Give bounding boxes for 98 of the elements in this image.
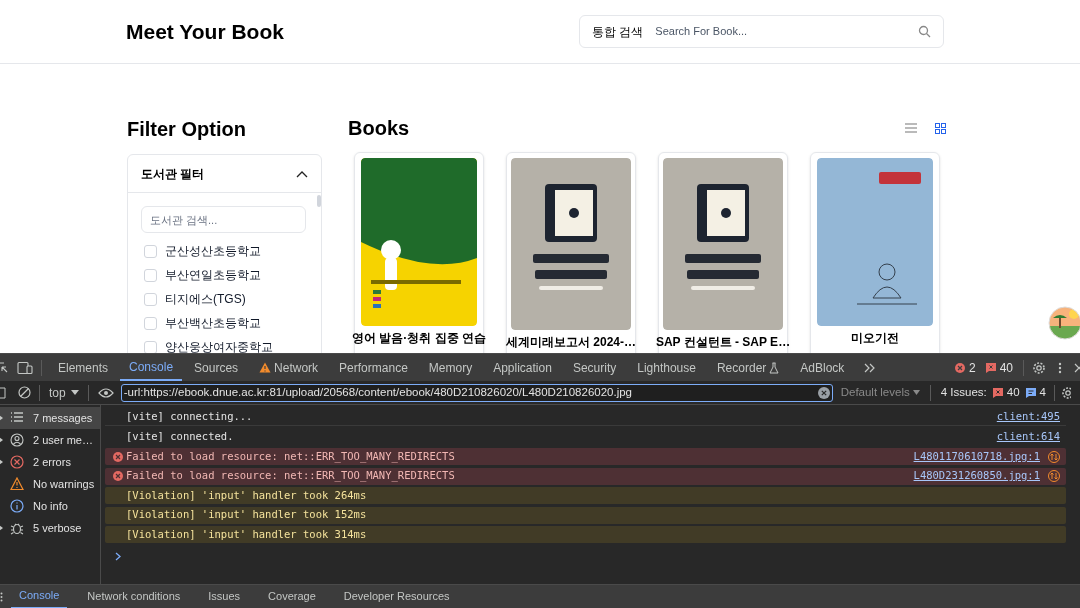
error-icon — [10, 455, 24, 469]
search-icon — [918, 25, 931, 38]
devtools-tab[interactable]: Console — [120, 354, 183, 381]
search-field[interactable]: Search For Book... — [655, 23, 906, 40]
expand-arrow-icon — [0, 525, 3, 531]
panel-title: 도서관 필터 — [141, 165, 205, 183]
user-icon — [10, 433, 24, 447]
devtools-tab[interactable]: AdBlock — [791, 354, 854, 381]
sidebar-toggle-icon[interactable] — [0, 386, 6, 399]
search-bar[interactable]: 통합 검색 Search For Book... — [579, 15, 944, 48]
bug-icon — [10, 521, 24, 535]
devtools-tab[interactable]: Elements — [49, 354, 118, 381]
network-icon[interactable] — [1048, 450, 1060, 463]
scrollbar-thumb — [317, 195, 321, 207]
devtools-tab[interactable]: Security — [563, 354, 626, 381]
message-text: [Violation] 'input' handler took 152ms — [126, 507, 367, 523]
expand-arrow-icon — [0, 459, 3, 465]
book-card[interactable]: 미오기전 — [810, 152, 940, 353]
settings-icon[interactable] — [1032, 360, 1046, 375]
drawer-menu-icon[interactable] — [0, 591, 3, 602]
error-icon — [113, 471, 123, 481]
drawer-tab[interactable]: Console — [11, 584, 68, 608]
source-link[interactable]: client:495 — [996, 409, 1060, 425]
library-label: 티지에스(TGS) — [165, 291, 246, 308]
library-label: 부산연일초등학교 — [165, 267, 261, 284]
checkbox[interactable] — [144, 340, 157, 353]
message-text: Failed to load resource: net::ERR_TOO_MANY_REDIRECTS — [126, 468, 455, 484]
drawer-tab[interactable]: Coverage — [260, 584, 324, 608]
issue-icon — [985, 362, 996, 373]
message-text: Failed to load resource: net::ERR_TOO_MANY_REDIRECTS — [126, 448, 455, 465]
source-link[interactable]: client:614 — [996, 429, 1060, 445]
sidebar-item[interactable]: 7 messages — [0, 407, 100, 429]
inspect-icon[interactable] — [0, 360, 8, 375]
warning-icon — [10, 477, 24, 491]
issue-count: 4 — [1039, 384, 1046, 400]
more-options-icon[interactable] — [1058, 361, 1062, 374]
book-card[interactable]: 세계미래보고서 2024-… — [506, 152, 636, 353]
site-logo: Meet Your Book — [126, 18, 284, 45]
checkbox[interactable] — [144, 316, 157, 330]
info-icon — [10, 499, 24, 513]
issue-count: 40 — [1006, 384, 1020, 400]
caret-icon — [912, 390, 920, 395]
issue-icon — [992, 387, 1003, 398]
checkbox[interactable] — [144, 268, 157, 282]
network-icon[interactable] — [1048, 470, 1060, 482]
library-label: 양산웅상여자중학교 — [165, 339, 273, 353]
devtools-tab[interactable]: Recorder — [707, 354, 789, 381]
drawer-tab[interactable]: Network conditions — [79, 584, 189, 608]
clear-icon[interactable] — [817, 386, 830, 399]
section-heading: Filter Option — [127, 117, 247, 142]
grid-view-icon[interactable] — [935, 122, 946, 134]
expand-arrow-icon — [0, 415, 3, 421]
devtools-tab[interactable]: Lighthouse — [628, 354, 705, 381]
section-heading: Books — [348, 116, 410, 141]
devtools-tab[interactable]: Performance — [330, 354, 417, 381]
devtools-tab[interactable]: Application — [484, 354, 561, 381]
eye-icon[interactable] — [97, 387, 114, 398]
error-icon — [113, 451, 123, 462]
more-tabs-icon[interactable] — [864, 362, 877, 373]
context-dropdown[interactable]: top — [49, 383, 79, 402]
book-title: 세계미래보고서 2024-… — [506, 334, 636, 351]
message-text: [vite] connected. — [126, 429, 234, 445]
book-title: SAP 컨설턴트 - SAP E… — [655, 334, 791, 351]
book-title: 미오기전 — [851, 330, 899, 347]
checkbox[interactable] — [144, 244, 157, 258]
error-count: 2 — [968, 359, 976, 377]
close-icon[interactable] — [1074, 362, 1080, 373]
source-link[interactable]: L4801170610718.jpg:1 — [913, 448, 1040, 465]
source-link[interactable]: L480D231260850.jpg:1 — [913, 468, 1040, 484]
message-text: [vite] connecting... — [126, 409, 253, 425]
search-scope-label: 통합 검색 — [592, 23, 644, 41]
checkbox[interactable] — [144, 292, 157, 306]
settings-icon[interactable] — [1060, 385, 1071, 400]
device-toolbar-icon[interactable] — [17, 360, 33, 375]
message-icon — [1025, 387, 1036, 398]
caret-icon — [70, 390, 79, 395]
drawer-tab[interactable]: Issues — [200, 584, 249, 608]
message-text: [Violation] 'input' handler took 314ms — [126, 526, 367, 542]
devtools-tab[interactable]: Network — [250, 354, 328, 381]
book-card[interactable]: 영어 발음·청취 집중 연습 — [354, 152, 484, 353]
expand-arrow-icon — [0, 437, 3, 443]
library-label: 군산성산초등학교 — [165, 243, 261, 260]
issue-count: 40 — [999, 359, 1013, 377]
list-icon — [10, 411, 24, 425]
library-search-field[interactable]: 도서관 검색... — [141, 206, 306, 233]
drawer-tab[interactable]: Developer Resources — [335, 584, 458, 608]
devtools-tab[interactable]: Sources — [185, 354, 248, 381]
error-icon — [954, 362, 965, 373]
prompt-icon[interactable] — [115, 551, 121, 561]
log-levels-dropdown[interactable]: Default levels — [840, 383, 920, 402]
library-label: 부산백산초등학교 — [165, 315, 261, 332]
issues-label: 4 Issues: — [940, 384, 987, 400]
devtools-tab[interactable]: Memory — [419, 354, 482, 381]
book-title: 영어 발음·청취 집중 연습 — [352, 330, 486, 347]
message-text: [Violation] 'input' handler took 264ms — [126, 487, 367, 503]
clear-console-icon[interactable] — [18, 386, 31, 399]
chevron-up-icon[interactable] — [296, 169, 308, 178]
book-card[interactable]: SAP 컨설턴트 - SAP E… — [658, 152, 788, 353]
